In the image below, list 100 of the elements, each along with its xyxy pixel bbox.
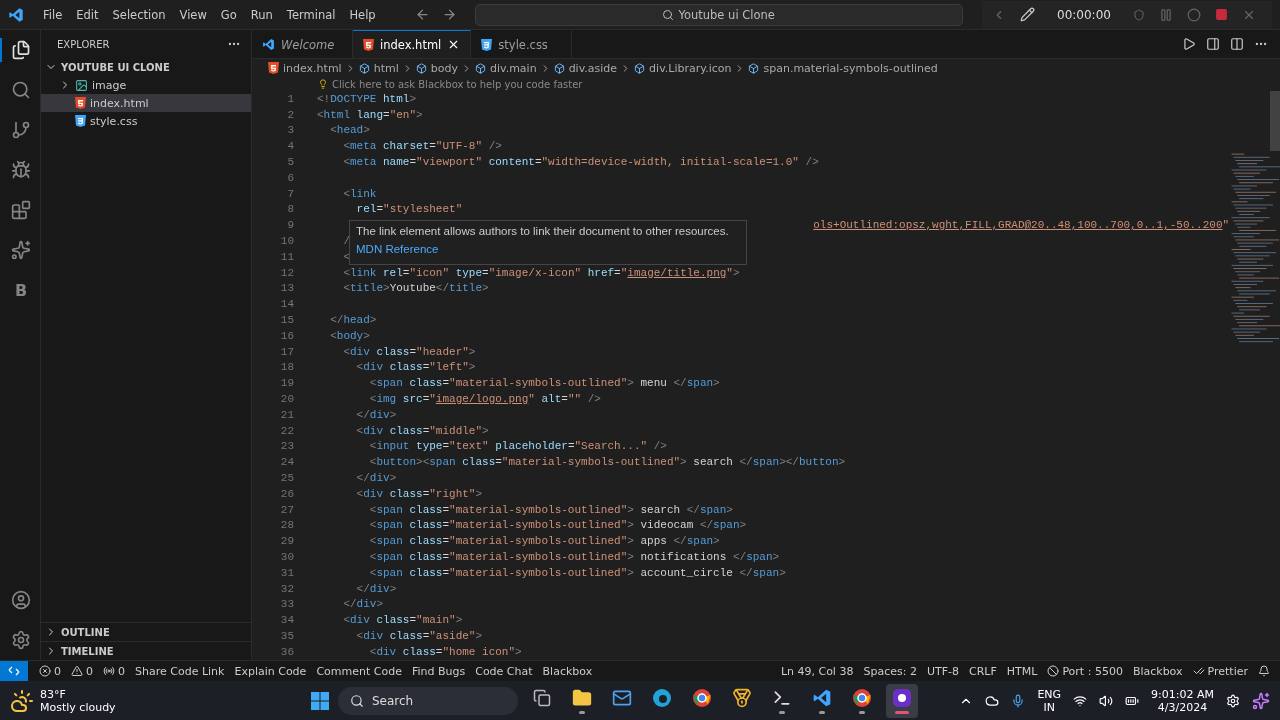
line-number: 35 [279,630,294,642]
broadcast-icon [103,665,115,677]
line-number: 23 [279,440,294,453]
code-line: <div class="right"> [355,487,483,500]
tooltip-text: The link element allows authors to link their document to other resources. [356,225,730,237]
menu-item[interactable]: Help [344,5,381,24]
menu-item[interactable]: Selection [107,5,171,24]
file-tree-item[interactable]: style.css [41,112,251,130]
status-item[interactable]: Spaces: 2 [858,664,922,678]
reference-link[interactable]: MDN Reference [356,243,740,255]
back-arrow-icon[interactable] [414,7,430,22]
code-line: <span class="material-symbols-outlined"> videocam </span> [368,519,747,532]
code-line: <div class="middle"> [355,424,489,437]
warning-icon [71,665,83,677]
code-hint[interactable]: Click here to ask Blackbox to help you code faster [332,78,583,90]
stop-icon[interactable] [1214,8,1228,21]
line-number: 10 [279,235,294,248]
status-item[interactable]: UTF-8 [921,664,964,678]
status-item[interactable]: Blackbox [537,664,598,678]
clock[interactable]: 9:01:02 AM 4/3/2024 [1151,687,1214,714]
browser-icon [852,687,872,708]
code-line: </div> [342,598,384,611]
status-item[interactable]: Port : 5500 [1042,664,1128,678]
code-line: <div class="header"> [342,345,476,358]
cube-icon [474,62,486,74]
code-line: <span class="material-symbols-outlined"> apps </span> [368,535,720,548]
line-number: 21 [279,408,294,421]
taskbar-search[interactable]: Search [338,686,518,715]
code-line: <!DOCTYPE html> [317,92,417,105]
language-indicator[interactable]: ENG IN [1037,687,1062,714]
menu-item[interactable]: File [38,5,68,24]
cube-icon [358,62,370,74]
pen-icon[interactable] [1020,7,1035,22]
html-file-icon [75,97,86,109]
menu-item[interactable]: Terminal [281,5,341,24]
status-item[interactable]: Find Bugs [406,664,471,678]
file-tree-item[interactable]: index.html [41,94,251,112]
vscode-logo-icon [262,38,275,51]
status-item[interactable]: Comment Code [311,664,407,678]
remote-button[interactable] [0,661,28,681]
temperature: 83°F [40,687,67,701]
code-line: rel="stylesheet" [355,203,463,216]
code-line: <div class="aside"> [355,630,483,642]
status-item[interactable]: 0 [34,664,66,678]
file-tree-item[interactable]: YOUTUBE UI CLONE [41,58,251,76]
status-item[interactable]: Ln 49, Col 38 [775,664,859,678]
sparkle-icon [11,240,31,260]
windows-logo-icon[interactable] [310,690,330,711]
code-line: <span class="material-symbols-outlined"> menu </span> [368,377,720,390]
scrollbar-thumb[interactable] [1270,91,1280,151]
record-icon[interactable] [1186,7,1201,22]
line-number: 4 [286,140,294,153]
code-line: < [342,250,350,263]
line-number: 18 [279,361,294,374]
panel-section-header[interactable]: OUTLINE [41,622,251,641]
forward-arrow-icon[interactable] [441,7,457,22]
breadcrumb-item[interactable]: html [373,61,399,75]
code-line: </div> [355,582,397,595]
line-number: 34 [279,614,294,627]
run-icon[interactable] [1182,37,1196,51]
line-number: 27 [279,503,294,516]
file-tree-item[interactable]: image [41,76,251,94]
code-line: <title>Youtube</title> [342,282,489,295]
status-item[interactable]: Code Chat [470,664,538,678]
command-center-search[interactable]: Youtube ui Clone [474,3,963,26]
settings-icon [11,630,31,650]
menu-item[interactable]: Edit [71,5,104,24]
status-item[interactable]: 0 [66,664,98,678]
breadcrumb-item[interactable]: div.aside [568,61,618,75]
code-line: <div class="left"> [355,361,476,374]
breadcrumb-item[interactable]: index.html [283,61,342,75]
taskbar-app[interactable] [886,683,918,718]
cube-icon [634,62,646,74]
copilot-icon[interactable] [1252,691,1270,710]
editor-tab[interactable]: index.html [353,30,472,58]
status-item[interactable]: Prettier [1187,664,1253,678]
search-icon [662,8,675,21]
status-item[interactable]: HTML [1001,664,1043,678]
breadcrumb-item[interactable]: div.Library.icon [649,61,732,75]
menu-item[interactable]: Run [245,5,278,24]
line-number: 15 [279,314,294,327]
status-item[interactable]: Blackbox [1127,664,1188,678]
breadcrumb-item[interactable]: body [430,61,458,75]
status-item[interactable]: Share Code Link [130,664,230,678]
search-icon [11,80,31,100]
status-item[interactable]: 0 [98,664,130,678]
menu-item[interactable]: Go [215,5,242,24]
breadcrumb-item[interactable]: div.main [489,61,537,75]
panel-icon[interactable] [1206,37,1220,51]
status-item[interactable]: Explain Code [229,664,312,678]
menu-item[interactable]: View [174,5,212,24]
line-number: 32 [279,582,294,595]
error-icon [39,665,51,677]
activity-letter-button[interactable]: B [0,278,40,302]
line-number: 14 [279,298,294,311]
split-editor-icon[interactable] [1230,37,1244,51]
remote-icon [8,665,20,677]
weather-condition: Mostly cloudy [40,700,116,714]
breadcrumb-item[interactable]: span.material-symbols-outlined [763,61,938,75]
status-item[interactable]: CRLF [963,664,1002,678]
